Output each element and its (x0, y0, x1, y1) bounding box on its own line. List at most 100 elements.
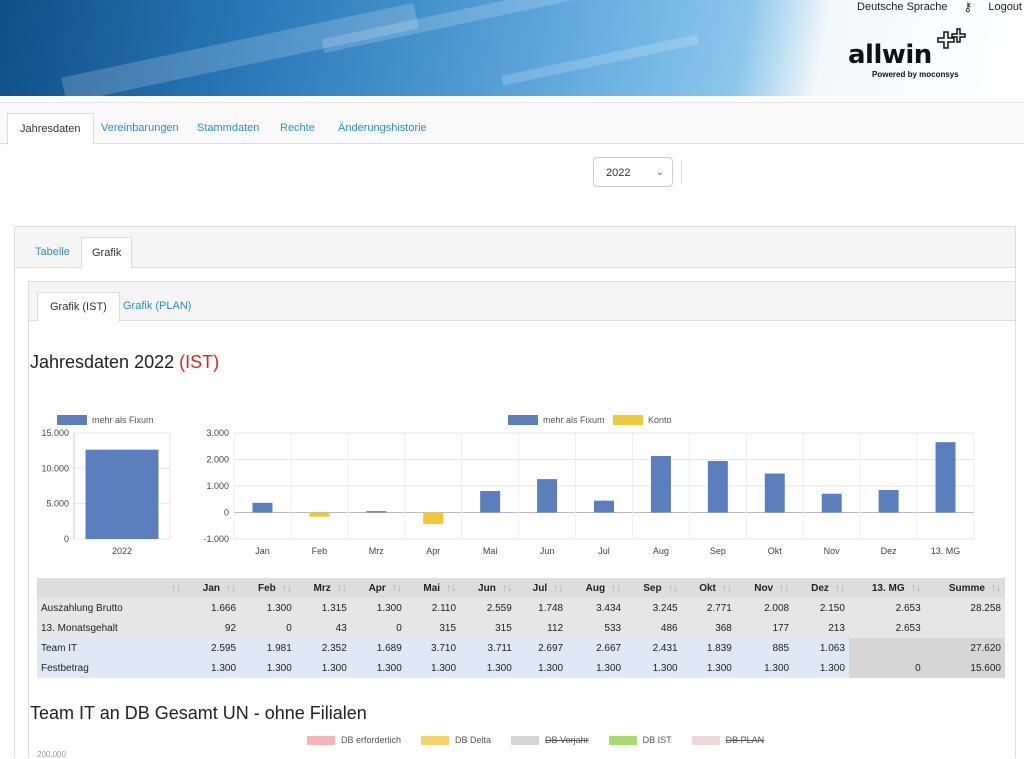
sort-icon[interactable]: ↑↓ (502, 583, 512, 594)
tab-jahresdaten[interactable]: Jahresdaten (7, 113, 94, 145)
sort-icon[interactable]: ↑↓ (722, 583, 732, 594)
key-icon[interactable]: ⚷ (964, 0, 973, 14)
sort-icon[interactable]: ↑↓ (337, 583, 347, 594)
legend-label-fixum: mehr als Fixum (92, 415, 154, 425)
table-cell: 2.110 (405, 598, 461, 618)
column-header[interactable]: Jan ↑↓ (185, 578, 241, 598)
legend-item[interactable]: DB erforderlich (307, 735, 401, 745)
table-cell: 2.653 (848, 618, 925, 638)
sort-icon[interactable]: ↑↓ (991, 583, 1001, 594)
legend-item[interactable]: DB Delta (421, 735, 491, 745)
bar-fixum (707, 460, 728, 513)
tab-vereinbarungen[interactable]: Vereinbarungen (89, 113, 191, 143)
legend-label-konto: Konto (648, 415, 672, 425)
tab-rechte[interactable]: Rechte (268, 113, 327, 143)
x-tick-label: Okt (768, 546, 783, 556)
column-header[interactable]: Mrz ↑↓ (295, 578, 351, 598)
logout-link[interactable]: Logout (988, 1, 1022, 13)
sort-icon[interactable]: ↑↓ (835, 583, 845, 594)
table-cell: 533 (567, 618, 626, 638)
tab-stammdaten[interactable]: Stammdaten (185, 113, 271, 143)
chart2-legend: DB erforderlich DB Delta DB Vorjahr DB IST D… (307, 735, 764, 745)
y-tick-label: 5.000 (46, 499, 69, 509)
y-tick-label: 10.000 (41, 463, 69, 473)
column-header-text: Jun (478, 582, 496, 594)
table-cell: 2.653 (848, 598, 925, 618)
title-main: Jahresdaten 2022 (30, 352, 175, 372)
sort-icon[interactable]: ↑↓ (553, 583, 563, 594)
legend-item[interactable]: DB Vorjahr (511, 735, 589, 745)
column-header[interactable]: Nov ↑↓ (735, 578, 794, 598)
table-cell: 1.300 (735, 658, 794, 678)
table-cell: 27.620 (924, 638, 1005, 658)
column-header[interactable]: Feb ↑↓ (240, 578, 296, 598)
tab-grafik[interactable]: Grafik (81, 237, 133, 269)
divider (681, 160, 682, 184)
sort-icon[interactable]: ↑↓ (392, 583, 402, 594)
sort-icon[interactable]: ↑↓ (611, 583, 621, 594)
column-header[interactable]: Jul ↑↓ (515, 578, 568, 598)
x-tick-label: Jan (255, 546, 270, 556)
column-header-label[interactable]: ↑↓ (37, 578, 185, 598)
chart2-first-tick: 200.000 (37, 750, 66, 759)
bar-fixum (935, 442, 956, 513)
legend-swatch (511, 735, 540, 745)
table-cell: 1.300 (350, 658, 406, 678)
x-tick-label: Nov (824, 546, 841, 556)
y-tick-label: 0 (64, 534, 69, 544)
column-header[interactable]: Mai ↑↓ (405, 578, 461, 598)
table-cell: 1.315 (295, 598, 351, 618)
table-cell: 1.300 (681, 658, 736, 678)
logo: allwin (848, 40, 932, 70)
sort-icon[interactable]: ↑↓ (446, 583, 456, 594)
column-header-text: Jan (202, 582, 221, 594)
legend-item[interactable]: DB PLAN (691, 735, 764, 745)
column-header-text: Nov (754, 582, 774, 594)
x-tick-label: Dez (881, 546, 898, 556)
table-row: Festbetrag 1.300 1.300 1.300 1.300 1.300 1.300… (37, 658, 1005, 678)
bar-konto (423, 512, 444, 525)
tab-tabelle[interactable]: Tabelle (25, 237, 80, 267)
legend-item[interactable]: DB IST (608, 735, 672, 745)
column-header[interactable]: Dez ↑↓ (793, 578, 849, 598)
column-header-text: Dez (811, 582, 829, 594)
column-header[interactable]: 13. MG ↑↓ (848, 578, 925, 598)
table-row: Team IT 2.595 1.981 2.352 1.689 3.710 3.711 2.6… (37, 638, 1005, 658)
logo-plus-icon (937, 28, 966, 49)
tab-grafik-ist[interactable]: Grafik (IST) (37, 292, 120, 322)
year-select[interactable]: 2022 ⌄ (593, 157, 673, 187)
table-cell: 3.711 (460, 638, 516, 658)
table-cell: 0 (240, 618, 296, 638)
table-cell: 1.300 (185, 658, 241, 678)
column-header[interactable]: Aug ↑↓ (567, 578, 626, 598)
x-tick-label: Sep (710, 546, 726, 556)
table-cell: 315 (460, 618, 516, 638)
column-header[interactable]: Jun ↑↓ (460, 578, 516, 598)
table-cell: 1.300 (240, 658, 296, 678)
table-cell: 43 (295, 618, 351, 638)
table-cell: 15.600 (924, 658, 1005, 678)
column-header-text: Sep (643, 582, 662, 594)
x-tick-label: 13. MG (931, 546, 961, 556)
bar-fixum (764, 473, 785, 513)
main-tabs: Jahresdaten Vereinbarungen Stammdaten Re… (0, 102, 1024, 145)
language-link[interactable]: Deutsche Sprache (857, 1, 948, 13)
column-header[interactable]: Okt ↑↓ (681, 578, 736, 598)
sort-icon[interactable]: ↑↓ (911, 583, 921, 594)
column-header[interactable]: Sep ↑↓ (625, 578, 682, 598)
column-header[interactable]: Apr ↑↓ (350, 578, 406, 598)
sort-icon[interactable]: ↑↓ (668, 583, 678, 594)
tab-grafik-plan[interactable]: Grafik (PLAN) (111, 292, 203, 320)
bar-fixum (85, 449, 159, 539)
x-tick-label: Jul (598, 546, 610, 556)
sort-icon[interactable]: ↑↓ (779, 583, 789, 594)
column-header-text: Mai (423, 582, 441, 594)
legend-label-fixum: mehr als Fixum (543, 415, 605, 425)
column-header[interactable]: Summe ↑↓ (924, 578, 1005, 598)
sort-icon[interactable]: ↑↓ (282, 583, 292, 594)
sort-icon[interactable]: ↑↓ (171, 583, 181, 594)
tab-aenderungshistorie[interactable]: Änderungshistorie (326, 113, 439, 143)
table-row: Auszahlung Brutto 1.666 1.300 1.315 1.300 2.1… (37, 598, 1005, 618)
legend-swatch (307, 735, 335, 745)
sort-icon[interactable]: ↑↓ (226, 583, 236, 594)
